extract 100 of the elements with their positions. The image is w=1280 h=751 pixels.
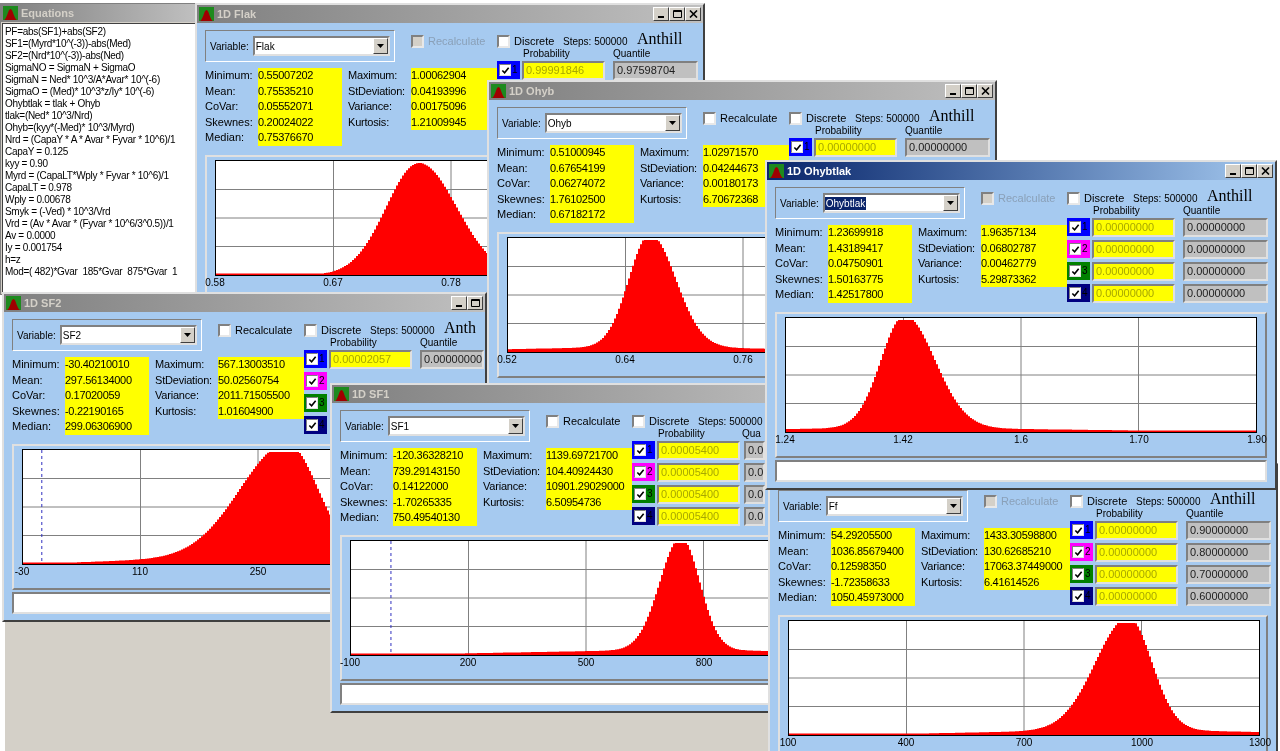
stat-value: 1.00062904 — [411, 68, 497, 84]
brand-label: Anthill — [929, 107, 975, 124]
checkbox[interactable] — [546, 414, 559, 428]
equation-line: h=z — [5, 254, 21, 266]
axis-tick-label: 1.24 — [775, 434, 795, 446]
stat-label: CoVar: — [205, 99, 240, 114]
checkbox[interactable] — [1072, 568, 1084, 580]
checkbox-label: Recalculate — [720, 111, 778, 126]
hill-icon — [769, 164, 784, 178]
quantile-field[interactable]: 0.70000000 — [1186, 564, 1271, 584]
checkbox[interactable] — [1067, 191, 1080, 205]
field-label: Variable: — [502, 116, 541, 131]
axis-tick-label: 1.70 — [1129, 434, 1149, 446]
row-number: 2 — [647, 466, 653, 478]
minimize-button[interactable] — [451, 296, 467, 310]
maximize-icon — [1244, 167, 1254, 175]
hill-icon — [3, 6, 18, 20]
quantile-field[interactable]: 0.0 — [744, 484, 765, 504]
axis-tick-label: -30 — [14, 566, 30, 578]
checkbox[interactable] — [632, 414, 645, 428]
quantile-field[interactable]: 0.97598704 — [613, 60, 698, 80]
equation-line: Ohyb=(kyy*(-Med)* 10^3/Myrd) — [5, 122, 135, 134]
checkbox[interactable] — [306, 397, 318, 409]
stat-label: StDeviation: — [918, 240, 976, 256]
quantile-field[interactable]: 0.00000000 — [1183, 261, 1268, 281]
variable-dropdown[interactable]: SF1 — [387, 416, 525, 436]
quantile-field[interactable]: 0.0 — [744, 506, 765, 526]
checkbox[interactable] — [634, 488, 646, 500]
equation-line: SigmaNO = SigmaN + SigmaO — [5, 62, 136, 74]
variable-dropdown[interactable]: Ohyb — [544, 113, 682, 133]
checkbox[interactable] — [1070, 494, 1083, 508]
quantile-field[interactable]: 0.00000000 — [1183, 283, 1268, 303]
maximize-button[interactable] — [961, 84, 977, 98]
row-number: 1 — [1082, 221, 1088, 233]
stat-label: Median: — [775, 287, 816, 302]
close-button[interactable] — [685, 7, 701, 21]
maximize-button[interactable] — [669, 7, 685, 21]
checkbox-label: Recalculate — [1001, 494, 1059, 509]
checkbox[interactable] — [499, 64, 511, 76]
stat-label: CoVar: — [12, 388, 47, 403]
equation-line: Iy = 0.001754 — [5, 242, 62, 254]
quantile-field[interactable]: 0.80000000 — [1186, 542, 1271, 562]
equation-line: Smyk = (-Ved) * 10^3/Vrd — [5, 206, 111, 218]
quantile-field[interactable]: 0.60000000 — [1186, 586, 1271, 606]
checkbox[interactable] — [791, 141, 803, 153]
checkbox[interactable] — [634, 466, 646, 478]
stat-value: 0.51000945 — [550, 145, 634, 161]
checkbox[interactable] — [1072, 546, 1084, 558]
quantile-field[interactable]: 0.00000000 — [1183, 239, 1268, 259]
row-number: 2 — [1082, 243, 1088, 255]
steps-label: Steps: 500000 — [855, 112, 921, 126]
checkbox[interactable] — [1072, 590, 1084, 602]
checkbox[interactable] — [1069, 265, 1081, 277]
minimize-button[interactable] — [1225, 164, 1241, 178]
stat-label: Maximum: — [348, 68, 399, 83]
maximize-button[interactable] — [1241, 164, 1257, 178]
stat-label: Mean: — [778, 543, 810, 559]
stat-label: Skewnes: — [775, 271, 824, 287]
minimize-button[interactable] — [653, 7, 669, 21]
checkbox[interactable] — [1069, 243, 1081, 255]
variable-dropdown[interactable]: SF2 — [59, 325, 197, 345]
checkbox[interactable] — [1069, 221, 1081, 233]
column-header: Quantile — [1186, 508, 1224, 519]
checkbox[interactable] — [1072, 524, 1084, 536]
checkbox[interactable] — [306, 375, 318, 387]
row-number: 4 — [1082, 287, 1088, 299]
checkbox-label: Discrete — [649, 414, 690, 429]
stat-label: Maximum: — [483, 448, 534, 463]
maximize-button[interactable] — [467, 296, 483, 310]
checkbox[interactable] — [497, 34, 510, 48]
minimize-button[interactable] — [945, 84, 961, 98]
quantile-field[interactable]: 0.0 — [744, 462, 765, 482]
checkbox[interactable] — [218, 323, 231, 337]
quantile-field[interactable]: 0.00000000 — [1183, 217, 1268, 237]
axis-tick-label: 1000 — [1130, 737, 1154, 749]
column-header: Quantile — [1183, 205, 1221, 216]
stat-value: 0.67182172 — [550, 207, 634, 223]
equation-line: SF2=(Nrd*10^(-3))-abs(Ned) — [5, 50, 124, 62]
variable-dropdown[interactable]: Ff — [825, 496, 963, 516]
checkbox[interactable] — [703, 111, 716, 125]
checkbox[interactable] — [304, 323, 317, 337]
row-number: 1 — [319, 353, 325, 365]
quantile-field[interactable]: 0.00000000 — [420, 349, 484, 369]
variable-dropdown[interactable]: Ohybtlak — [822, 193, 960, 213]
stat-value: 1.42517800 — [828, 287, 912, 303]
close-button[interactable] — [1257, 164, 1273, 178]
stat-value: 0.00462779 — [981, 256, 1067, 272]
checkbox[interactable] — [306, 419, 318, 431]
stat-value: 1433.30598800 — [984, 528, 1070, 544]
checkbox[interactable] — [1069, 287, 1081, 299]
quantile-field[interactable]: 0.00000000 — [905, 137, 990, 157]
checkbox[interactable] — [634, 444, 646, 456]
close-button[interactable] — [977, 84, 993, 98]
axis-tick-label: 0.78 — [441, 277, 461, 289]
quantile-field[interactable]: 0.0 — [744, 440, 765, 460]
variable-dropdown[interactable]: Flak — [252, 36, 390, 56]
checkbox[interactable] — [789, 111, 802, 125]
checkbox[interactable] — [306, 353, 318, 365]
quantile-field[interactable]: 0.90000000 — [1186, 520, 1271, 540]
checkbox[interactable] — [634, 510, 646, 522]
